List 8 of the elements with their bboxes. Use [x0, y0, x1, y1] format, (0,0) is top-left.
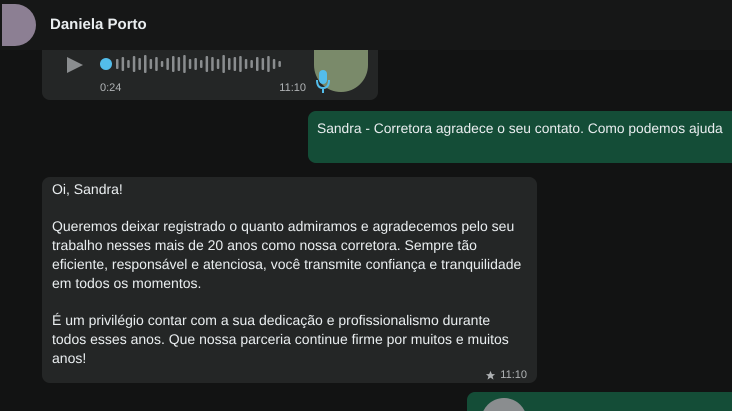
message-text: Queremos deixar registrado o quanto admiramos e agradecemos pelo seu trabalho nesses mais de 20 anos como nossa corretora. Sempre tão eficiente, responsável e atenciosa, você transmite confiança e tranquilidade em todos os momentos.: [52, 217, 522, 293]
message-time: 11:10: [279, 81, 306, 96]
message-text: Sandra - Corretora agradece o seu contato. Como podemos ajuda: [317, 120, 723, 138]
message-time: 11:10: [500, 368, 527, 382]
contact-name[interactable]: Daniela Porto: [50, 14, 147, 36]
audio-duration: 0:24: [100, 81, 122, 96]
message-text: É um privilégio contar com a sua dedicação e profissionalismo durante todos esses anos. Que nossa parceria continue firme por muitos e muitos anos!: [52, 311, 510, 368]
message-text: Oi, Sandra!: [52, 180, 123, 199]
